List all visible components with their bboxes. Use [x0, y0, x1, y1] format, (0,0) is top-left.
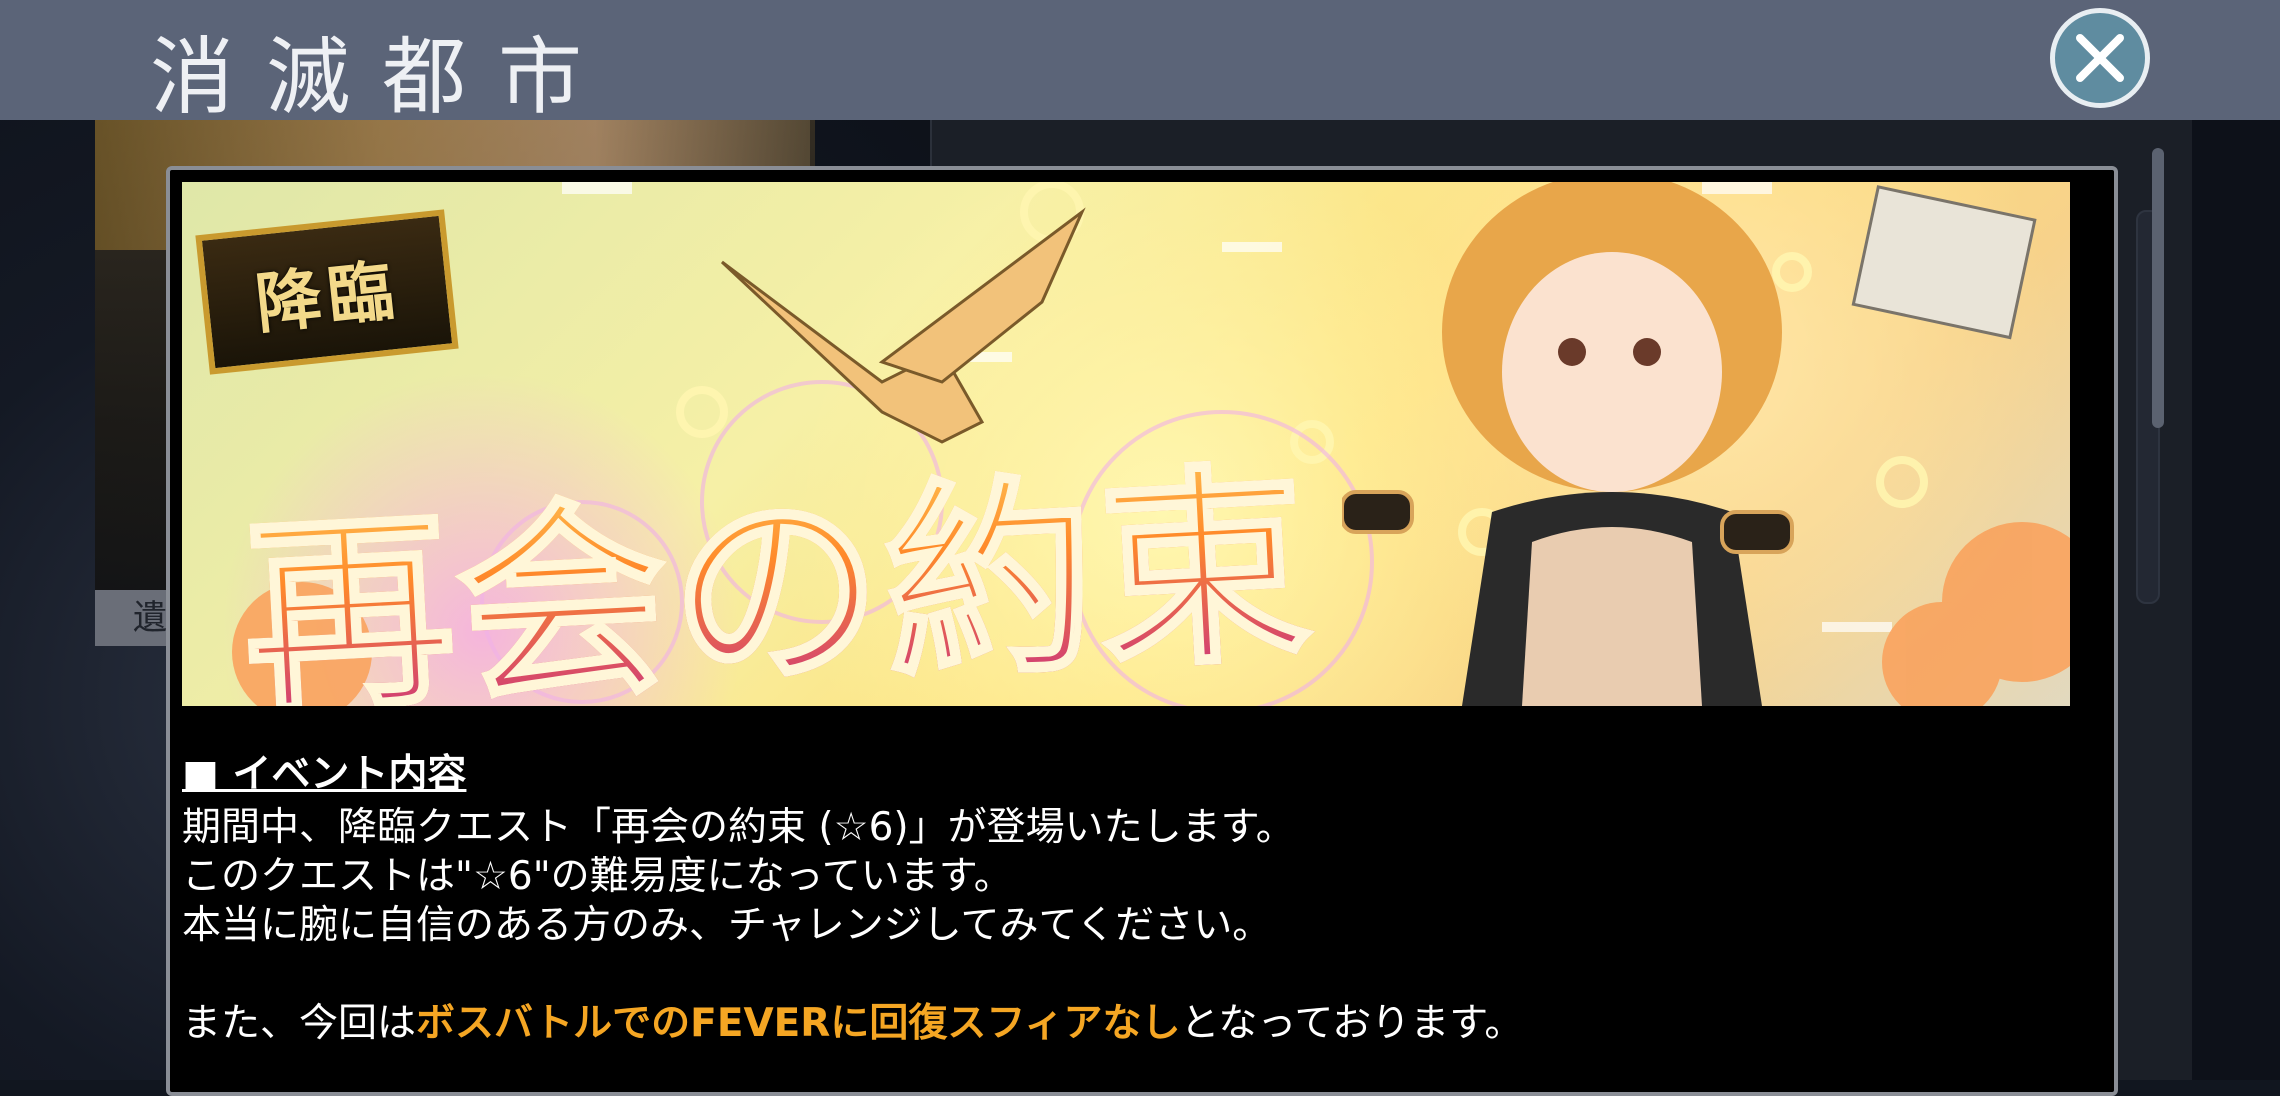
event-description: ■ イベント内容 期間中、降臨クエスト「再会の約束 (☆6)」が登場いたします。… — [182, 750, 2082, 1048]
banner-title: 再会の約束 — [235, 394, 1320, 706]
line4-prefix: また、今回は — [182, 1001, 417, 1046]
banner-badge-label: 降臨 — [251, 251, 404, 344]
page-title: 消滅都市 — [150, 28, 615, 126]
character-illustration — [1342, 182, 1794, 706]
highlight-text: ボスバトルでのFEVERに回復スフィアなし — [416, 1001, 1181, 1046]
modal-scrollbar-thumb[interactable] — [2152, 148, 2164, 428]
line4-suffix: となっております。 — [1180, 1001, 1524, 1046]
description-line: 本当に腕に自信のある方のみ、チャレンジしてみてください。 — [182, 903, 1272, 948]
close-icon — [2076, 34, 2124, 82]
description-line: 期間中、降臨クエスト「再会の約束 (☆6)」が登場いたします。 — [182, 805, 1295, 850]
banner-badge: 降臨 — [195, 209, 459, 375]
section-heading: ■ イベント内容 — [182, 752, 467, 797]
title-bar: 消滅都市 — [0, 0, 2280, 126]
description-line: このクエストは"☆6"の難易度になっています。 — [182, 854, 1013, 899]
event-detail-modal: 降臨 再会の約束 ■ イベント内容 期間中、降臨クエスト「再会の約束 (☆6)」… — [166, 166, 2118, 1096]
event-banner-image: 降臨 再会の約束 — [182, 182, 2070, 706]
close-button[interactable] — [2050, 8, 2150, 108]
description-line: また、今回はボスバトルでのFEVERに回復スフィアなしとなっております。 — [182, 999, 2082, 1048]
